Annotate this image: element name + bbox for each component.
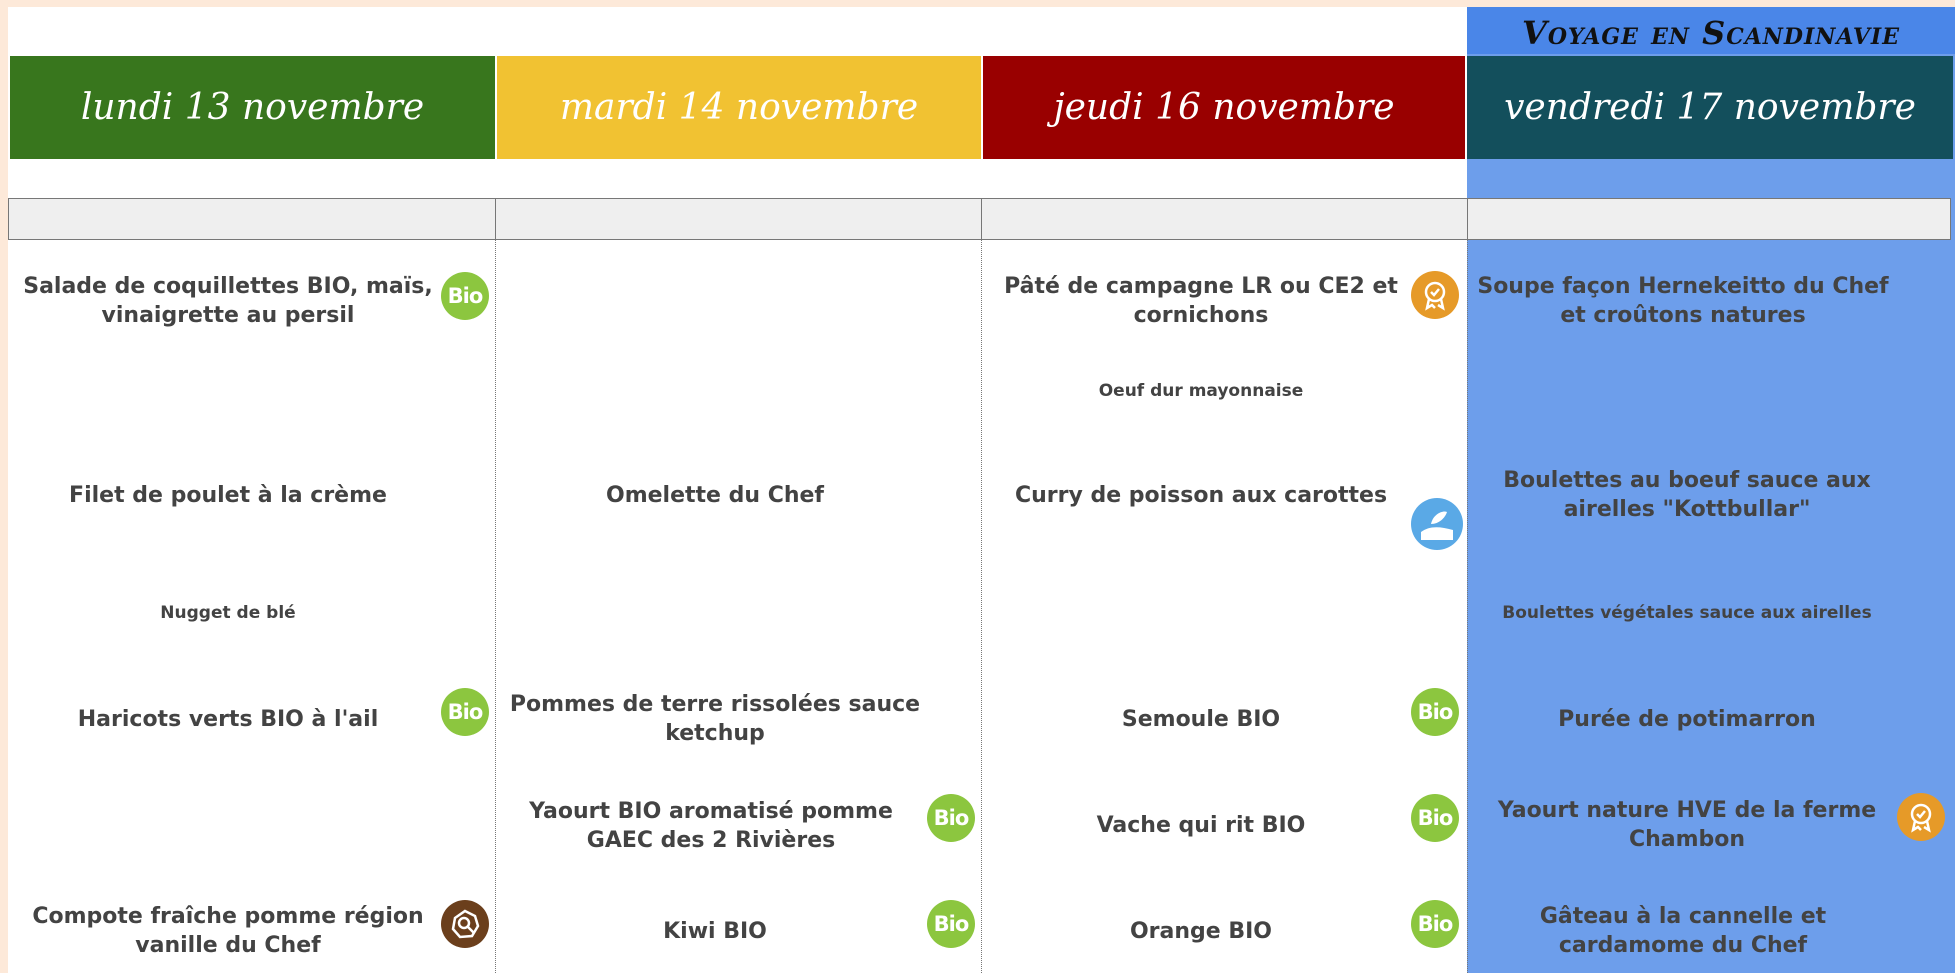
sustainable-fishing-icon	[1411, 498, 1463, 550]
day-header-tuesday: mardi 14 novembre	[497, 56, 981, 159]
theme-strip	[1467, 163, 1955, 197]
dish-friday-dessert: Gâteau à la cannelle et cardamome du Che…	[1539, 904, 1827, 958]
quality-label-icon	[1411, 271, 1459, 319]
column-divider	[495, 240, 496, 973]
dish-friday-main: Boulettes au boeuf sauce aux airelles "K…	[1503, 468, 1871, 522]
quality-label-shape	[1424, 281, 1446, 311]
bio-badge-text: Bio	[447, 700, 484, 724]
bio-badge-text: Bio	[933, 912, 970, 936]
dish-tuesday-dairy: Yaourt BIO aromatisé pomme GAEC des 2 Ri…	[529, 799, 893, 853]
separator-divider	[495, 198, 496, 240]
bio-badge-text: Bio	[933, 806, 970, 830]
dish-thursday-starter-alt: Oeuf dur mayonnaise	[1098, 381, 1304, 401]
bio-badge-icon: Bio	[1411, 900, 1459, 948]
column-divider	[1467, 240, 1468, 973]
day-header-thursday: jeudi 16 novembre	[983, 56, 1465, 159]
bio-badge-icon: Bio	[441, 272, 489, 320]
dish-friday-starter: Soupe façon Hernekeitto du Chef et croût…	[1477, 274, 1889, 328]
dish-tuesday-side: Pommes de terre rissolées sauce ketchup	[509, 692, 921, 746]
local-region-shape	[451, 909, 480, 939]
bio-badge-icon: Bio	[927, 794, 975, 842]
bio-badge-icon: Bio	[1411, 688, 1459, 736]
dish-tuesday-dessert: Kiwi BIO	[663, 918, 767, 944]
menu-page: Voyage en Scandinavie lundi 13 novembre …	[8, 7, 1955, 973]
column-divider	[981, 240, 982, 973]
bio-badge-text: Bio	[1417, 806, 1454, 830]
quality-label-shape	[1910, 803, 1932, 833]
dish-friday-main-alt: Boulettes végétales sauce aux airelles	[1502, 603, 1872, 623]
dish-monday-dessert: Compote fraîche pomme région vanille du …	[32, 904, 424, 958]
dish-thursday-dairy: Vache qui rit BIO	[1096, 812, 1306, 838]
bio-badge-icon: Bio	[927, 900, 975, 948]
quality-label-icon	[1897, 793, 1945, 841]
separator-divider	[981, 198, 982, 240]
day-header-friday: vendredi 17 novembre	[1467, 56, 1953, 159]
local-region-icon	[441, 900, 489, 948]
dish-thursday-main: Curry de poisson aux carottes	[1014, 482, 1388, 508]
separator-row	[8, 198, 1951, 240]
dish-monday-starter: Salade de coquillettes BIO, maïs, vinaig…	[23, 274, 433, 328]
dish-thursday-side: Semoule BIO	[1121, 706, 1281, 732]
dish-friday-side: Purée de potimarron	[1558, 706, 1816, 732]
bio-badge-text: Bio	[1417, 700, 1454, 724]
dish-thursday-dessert: Orange BIO	[1129, 918, 1273, 944]
dish-tuesday-main: Omelette du Chef	[606, 482, 824, 508]
bio-badge-icon: Bio	[441, 688, 489, 736]
theme-title: Voyage en Scandinavie	[1522, 14, 1900, 52]
dish-monday-side: Haricots verts BIO à l'ail	[77, 706, 379, 732]
dish-monday-main: Filet de poulet à la crème	[69, 482, 387, 508]
dish-friday-dairy: Yaourt nature HVE de la ferme Chambon	[1497, 798, 1877, 852]
day-header-monday: lundi 13 novembre	[10, 56, 495, 159]
dish-monday-main-alt: Nugget de blé	[160, 603, 296, 623]
bio-badge-icon: Bio	[1411, 794, 1459, 842]
bio-badge-text: Bio	[1417, 912, 1454, 936]
dish-thursday-starter: Pâté de campagne LR ou CE2 et cornichons	[1004, 274, 1398, 328]
separator-divider	[1467, 198, 1468, 240]
bio-badge-text: Bio	[447, 284, 484, 308]
sustainable-fishing-shape	[1421, 511, 1453, 540]
